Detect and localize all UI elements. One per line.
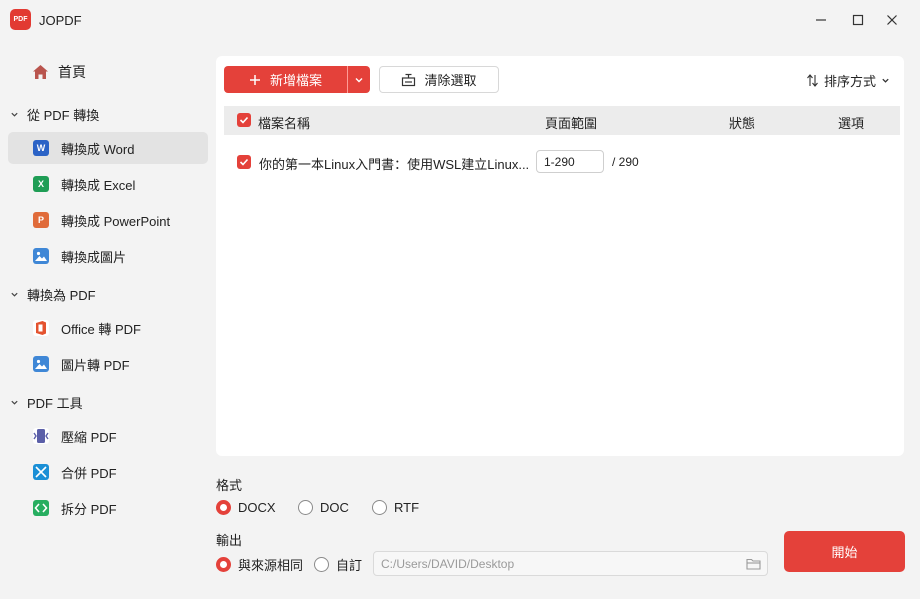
select-all-checkbox[interactable] [237,113,251,127]
title-bar: PDF JOPDF [0,0,920,40]
chevron-down-icon [355,77,363,82]
app-logo-icon: PDF [10,9,31,30]
compress-icon [33,428,49,444]
sidebar-item-label: 轉換成 PowerPoint [61,213,171,229]
file-list-panel: 新增檔案 清除選取 排序方式 檔案名稱 頁面範圍 狀態 選項 你的第一本Linu… [216,56,904,456]
split-icon [33,500,49,516]
add-file-button[interactable]: 新增檔案 [224,66,347,93]
powerpoint-icon: P [33,212,49,228]
home-icon [33,65,48,79]
page-range-input[interactable] [536,150,604,173]
sidebar-item-label: 壓縮 PDF [61,429,117,445]
excel-icon: X [33,176,49,192]
sidebar-item-label: 拆分 PDF [61,501,117,517]
sidebar-item-to-powerpoint[interactable]: P 轉換成 PowerPoint [8,204,208,236]
column-header-name[interactable]: 檔案名稱 [258,113,310,132]
sidebar-item-label: 合併 PDF [61,465,117,481]
format-option-doc[interactable]: DOC [298,500,349,515]
output-option-custom[interactable]: 自訂 [314,555,362,574]
clear-selection-label: 清除選取 [424,73,477,88]
app-title: JOPDF [39,13,82,28]
word-icon: W [33,140,49,156]
output-option-same-as-source[interactable]: 與來源相同 [216,555,303,574]
sidebar-item-home[interactable]: 首頁 [32,60,86,84]
add-file-button-group: 新增檔案 [224,66,370,93]
image-icon [33,248,49,264]
chevron-down-icon [882,78,889,83]
row-checkbox[interactable] [237,155,251,169]
output-label: 輸出 [216,533,243,548]
chevron-down-icon [11,400,18,405]
clear-icon [402,73,416,86]
radio-selected-icon [216,500,231,515]
format-option-docx[interactable]: DOCX [216,500,276,515]
sidebar-item-to-excel[interactable]: X 轉換成 Excel [8,168,208,200]
sidebar-group-label: PDF 工具 [27,395,83,411]
sidebar-item-label: 圖片轉 PDF [61,357,130,373]
page-total: / 290 [612,155,639,169]
minimize-icon [816,19,826,21]
sort-icon [807,74,818,87]
merge-icon [33,464,49,480]
radio-icon [314,557,329,572]
radio-icon [372,500,387,515]
format-label: 格式 [216,478,243,493]
add-file-dropdown-button[interactable] [347,66,370,93]
maximize-button[interactable] [843,6,873,34]
sidebar-item-compress-pdf[interactable]: 壓縮 PDF [8,420,208,452]
sort-button[interactable]: 排序方式 [806,71,890,90]
sidebar-home-label: 首頁 [58,64,86,80]
sidebar-item-label: 轉換成 Word [61,141,135,157]
add-file-label: 新增檔案 [269,73,322,88]
column-header-range: 頁面範圍 [545,116,598,131]
image-to-pdf-icon [33,356,49,372]
chevron-down-icon [11,292,18,297]
format-option-label: RTF [394,500,420,515]
file-table-header: 檔案名稱 頁面範圍 狀態 選項 [224,106,900,135]
sidebar-item-split-pdf[interactable]: 拆分 PDF [8,492,208,524]
sidebar-group-pdf-tools[interactable]: PDF 工具 [10,392,83,412]
sidebar-group-from-pdf[interactable]: 從 PDF 轉換 [10,104,99,124]
file-name: 你的第一本Linux入門書：使用WSL建立Linux... [259,157,530,172]
minimize-button[interactable] [806,6,836,34]
sort-label: 排序方式 [823,74,876,89]
output-option-label: 自訂 [336,558,363,573]
check-icon [239,116,249,124]
sidebar-group-to-pdf[interactable]: 轉換為 PDF [10,284,96,304]
format-option-label: DOCX [238,500,276,515]
column-header-options: 選項 [838,116,865,131]
sidebar-group-label: 從 PDF 轉換 [27,107,100,123]
clear-selection-button[interactable]: 清除選取 [379,66,499,93]
sidebar-item-label: 轉換成圖片 [61,249,127,265]
sidebar-item-image-to-pdf[interactable]: 圖片轉 PDF [8,348,208,380]
format-option-label: DOC [320,500,349,515]
sidebar-item-label: Office 轉 PDF [61,321,141,337]
sidebar-item-to-image[interactable]: 轉換成圖片 [8,240,208,272]
close-button[interactable] [877,6,907,34]
sidebar-item-label: 轉換成 Excel [61,177,136,193]
maximize-icon [852,14,864,26]
start-button[interactable]: 開始 [784,531,905,572]
check-icon [239,158,249,166]
plus-icon [249,74,260,85]
radio-icon [298,500,313,515]
format-option-rtf[interactable]: RTF [372,500,419,515]
sidebar-item-merge-pdf[interactable]: 合併 PDF [8,456,208,488]
sidebar-group-label: 轉換為 PDF [27,287,96,303]
sidebar-item-to-word[interactable]: W 轉換成 Word [8,132,208,164]
chevron-down-icon [11,112,18,117]
table-row: 你的第一本Linux入門書：使用WSL建立Linux... / 290 [224,148,900,176]
output-path-input[interactable] [373,551,768,576]
office-icon [33,320,49,336]
output-option-label: 與來源相同 [238,558,304,573]
sidebar-item-office-to-pdf[interactable]: Office 轉 PDF [8,312,208,344]
column-header-status: 狀態 [729,116,756,131]
sidebar: 首頁 從 PDF 轉換 W 轉換成 Word X 轉換成 Excel P 轉換成… [0,40,216,599]
radio-selected-icon [216,557,231,572]
folder-icon[interactable] [746,557,761,570]
close-icon [887,15,897,25]
